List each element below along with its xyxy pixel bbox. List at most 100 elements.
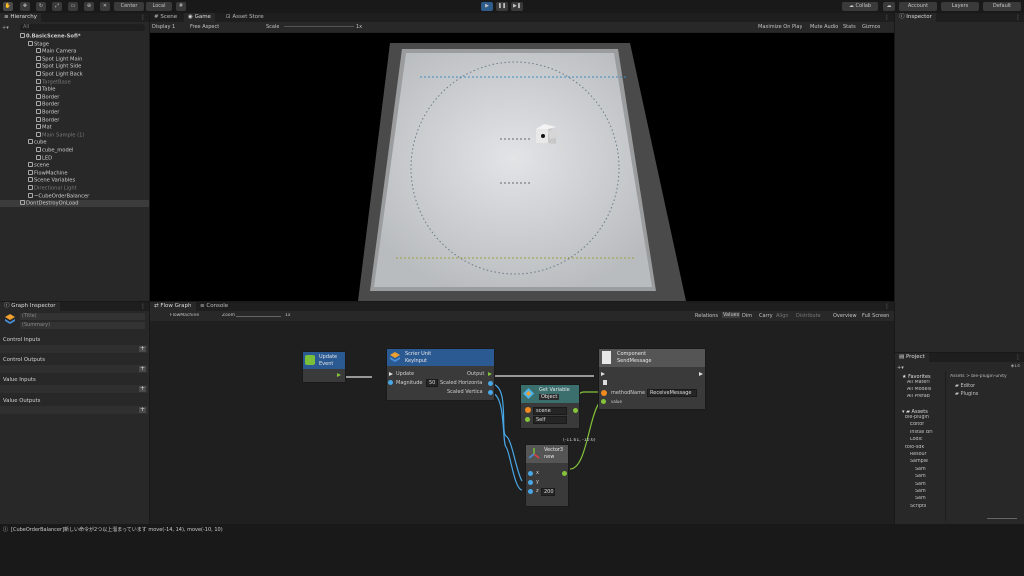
zoom-slider[interactable] [236,316,281,317]
hierarchy-search-input[interactable]: All [20,24,145,31]
flow-graph-canvas[interactable]: Update Event Scrier Unit KeyInput Update… [150,321,894,524]
tab-inspector[interactable]: ⓘ Inspector [895,13,936,22]
graph-inspector-menu-icon[interactable]: ⋮ [140,302,146,311]
rect-tool-icon[interactable]: ▭ [68,2,78,11]
asset-tree-item[interactable]: Sam [915,482,926,487]
favorite-item[interactable]: All Models [907,387,931,392]
hierarchy-item[interactable]: FlowMachine [0,169,149,177]
node-update-event[interactable]: Update Event [302,351,346,383]
hierarchy-item[interactable]: Main Sample (1) [0,131,149,139]
services-cloud-icon[interactable]: ☁ [883,2,895,11]
add-value-input-button[interactable]: + [139,386,146,392]
project-breadcrumb[interactable]: Assets > ble-plugin-unity [950,374,1007,379]
scale-slider[interactable] [284,26,354,27]
custom-tool-icon[interactable]: ✕ [100,2,110,11]
asset-tree-item[interactable]: Install Bri [910,430,933,435]
hierarchy-item[interactable]: Spot Light Back [0,71,149,78]
scale-tool-icon[interactable]: ⤢ [52,2,62,11]
hierarchy-item[interactable]: Scene Variables [0,177,149,184]
values-toggle[interactable]: Values [722,312,741,318]
hierarchy-item[interactable]: scene [0,162,149,169]
hierarchy-item[interactable]: DontDestroyOnLoad [0,200,149,208]
align-dropdown[interactable]: Align [776,313,789,319]
transform-tool-icon[interactable]: ⊕ [84,2,94,11]
node-get-variable[interactable]: Get Variable Object scene Self [520,384,580,429]
folder-editor[interactable]: ▰ Editor [955,383,975,389]
pivot-local-button[interactable]: Local [146,2,172,11]
tab-flow-graph[interactable]: ⇄ Flow Graph [150,302,196,311]
hierarchy-item[interactable]: LED [0,154,149,162]
pivot-center-button[interactable]: Center [114,2,144,11]
tab-graph-inspector[interactable]: ⓘ Graph Inspector [0,302,60,311]
console-last-message[interactable]: [CubeOrderBalancer]新しい命令が2つ以上溜まっています mov… [11,526,223,533]
method-name-field[interactable]: ReceiveMessage [647,389,697,397]
vector-z-field[interactable]: 200 [541,488,555,496]
tab-console[interactable]: ≡ Console [196,302,232,311]
project-menu-icon[interactable]: ⋮ [1015,353,1021,362]
hierarchy-search-bar[interactable]: +▾ All [2,24,147,32]
add-value-output-button[interactable]: + [139,407,146,413]
icon-size-slider[interactable] [987,518,1017,519]
asset-tree-item[interactable]: ble-plugin [905,415,929,420]
hierarchy-item[interactable]: Spot Light Main [0,55,149,63]
tab-scene[interactable]: # Scene [150,13,181,22]
pause-button[interactable]: ❚❚ [496,2,508,11]
hierarchy-item[interactable]: ~CubeOrderBalancer [0,192,149,200]
asset-tree-item[interactable]: Sample [910,459,928,464]
relations-toggle[interactable]: Relations [695,313,718,319]
keyinput-magnitude-port[interactable] [388,380,393,385]
maximize-on-play-toggle[interactable]: Maximize On Play [758,24,802,30]
game-menu-icon[interactable]: ⋮ [884,13,890,22]
stats-toggle[interactable]: Stats [843,24,856,30]
send-message-enter-port[interactable] [601,372,605,376]
asset-tree-item[interactable]: Resour [910,452,927,457]
asset-tree-item[interactable]: Sam [915,474,926,479]
rotate-tool-icon[interactable]: ↻ [36,2,46,11]
account-dropdown[interactable]: Account [899,2,937,11]
step-button[interactable]: ▶❚ [511,2,523,11]
graph-breadcrumb[interactable]: FlowMachine [170,313,199,318]
asset-tree-item[interactable]: Sam [915,489,926,494]
hierarchy-item[interactable]: Table [0,86,149,93]
favorite-item[interactable]: All Prefab [907,394,930,399]
hand-tool-icon[interactable]: ✋ [3,2,13,11]
hierarchy-item[interactable]: TargetBase [0,78,149,86]
layout-dropdown[interactable]: Default [983,2,1021,11]
vector-x-port[interactable] [528,471,533,476]
keyinput-update-port[interactable] [389,372,393,376]
hierarchy-item[interactable]: Border [0,109,149,116]
tab-asset-store[interactable]: ⊡ Asset Store [222,13,268,22]
flow-menu-icon[interactable]: ⋮ [884,302,890,311]
status-bar[interactable]: ⓘ [CubeOrderBalancer]新しい命令が2つ以上溜まっています m… [0,524,1024,534]
method-name-port[interactable] [601,390,607,396]
folder-plugins[interactable]: ▰ Plugins [955,391,978,397]
vector-z-port[interactable] [528,489,533,494]
asset-tree-item[interactable]: Scripts [910,504,926,509]
play-button[interactable]: ▶ [481,2,493,11]
variable-target-field[interactable]: Self [533,416,567,424]
keyinput-output-port[interactable] [488,372,492,376]
variable-value-output-port[interactable] [573,408,578,413]
overview-button[interactable]: Overview [833,313,857,319]
variable-target-port[interactable] [525,417,530,422]
mute-audio-toggle[interactable]: Mute Audio [810,24,838,30]
collab-button[interactable]: ☁ Collab [842,2,878,11]
hierarchy-item[interactable]: Border [0,116,149,124]
hierarchy-menu-icon[interactable]: ⋮ [140,13,146,22]
tab-hierarchy[interactable]: ≡ Hierarchy [0,13,41,22]
aspect-dropdown[interactable]: Free Aspect [190,24,219,30]
hierarchy-item[interactable]: Border [0,93,149,101]
hierarchy-item[interactable]: Stage [0,40,149,48]
layers-dropdown[interactable]: Layers [941,2,979,11]
send-message-exit-port[interactable] [699,372,703,376]
add-icon[interactable]: +▾ [2,25,9,31]
variable-kind-dropdown[interactable]: Object [539,394,560,400]
node-keyinput[interactable]: Scrier Unit KeyInput Update Magnitude 50… [386,348,495,401]
hierarchy-item[interactable]: Main Camera [0,48,149,55]
node-vector3[interactable]: Vector3 new x y z 200 [525,444,569,507]
asset-tree-item[interactable]: toio-sdk [905,445,924,450]
asset-tree-item[interactable]: Sam [915,467,926,472]
update-trigger-port[interactable] [337,373,341,377]
hierarchy-item[interactable]: Directional Light [0,185,149,192]
hierarchy-item[interactable]: cube [0,139,149,146]
